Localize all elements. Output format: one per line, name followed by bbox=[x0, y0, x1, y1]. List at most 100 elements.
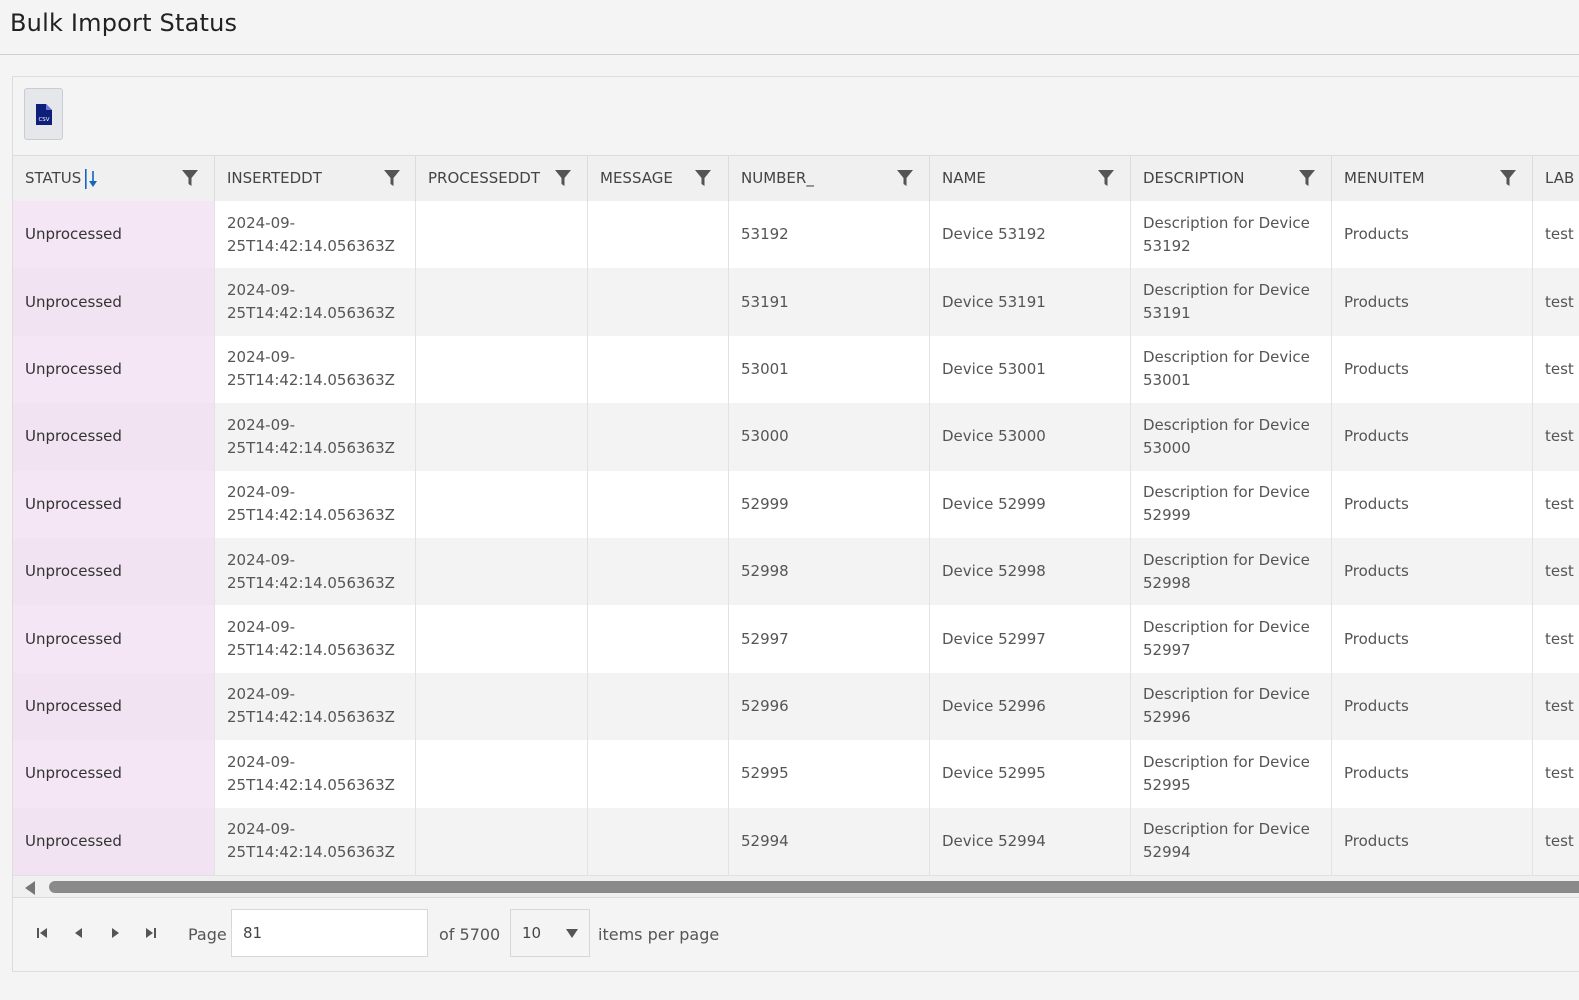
cell-status[interactable]: Unprocessed bbox=[13, 740, 215, 808]
cell-message[interactable] bbox=[588, 672, 729, 741]
cell-name[interactable]: Device 53000 bbox=[930, 403, 1131, 471]
column-header-label[interactable]: LAB bbox=[1533, 156, 1579, 201]
column-header-number[interactable]: NUMBER_ bbox=[729, 156, 930, 201]
cell-processeddt[interactable] bbox=[416, 538, 588, 606]
cell-name[interactable]: Device 52997 bbox=[930, 605, 1131, 673]
cell-inserteddt[interactable]: 2024-09- 25T14:42:14.056363Z bbox=[215, 201, 416, 269]
last-page-icon[interactable] bbox=[144, 926, 158, 940]
column-header-status[interactable]: STATUS bbox=[13, 156, 215, 201]
cell-description[interactable]: Description for Device 52998 bbox=[1131, 538, 1332, 606]
cell-name[interactable]: Device 52996 bbox=[930, 672, 1131, 741]
table-row[interactable]: Unprocessed 2024-09- 25T14:42:14.056363Z 5… bbox=[13, 605, 1579, 673]
cell-status[interactable]: Unprocessed bbox=[13, 335, 215, 404]
scroll-left-icon[interactable] bbox=[25, 881, 35, 895]
cell-processeddt[interactable] bbox=[416, 335, 588, 404]
scrollbar-thumb[interactable] bbox=[49, 881, 1579, 893]
cell-number[interactable]: 52994 bbox=[729, 807, 930, 875]
cell-label[interactable]: test bbox=[1533, 673, 1579, 740]
column-header-menuitem[interactable]: MENUITEM bbox=[1332, 156, 1533, 201]
cell-number[interactable]: 52998 bbox=[729, 538, 930, 606]
cell-status[interactable]: Unprocessed bbox=[13, 807, 215, 875]
cell-menuitem[interactable]: Products bbox=[1332, 201, 1533, 269]
cell-menuitem[interactable]: Products bbox=[1332, 335, 1533, 404]
filter-icon[interactable] bbox=[1097, 169, 1115, 188]
table-row[interactable]: Unprocessed 2024-09- 25T14:42:14.056363Z 5… bbox=[13, 335, 1579, 404]
cell-message[interactable] bbox=[588, 807, 729, 875]
cell-description[interactable]: Description for Device 53192 bbox=[1131, 201, 1332, 269]
cell-inserteddt[interactable]: 2024-09- 25T14:42:14.056363Z bbox=[215, 268, 416, 336]
filter-icon[interactable] bbox=[1499, 169, 1517, 188]
first-page-icon[interactable] bbox=[35, 926, 49, 940]
page-size-select[interactable]: 10 bbox=[510, 909, 590, 957]
cell-description[interactable]: Description for Device 53191 bbox=[1131, 268, 1332, 336]
cell-status[interactable]: Unprocessed bbox=[13, 672, 215, 741]
cell-menuitem[interactable]: Products bbox=[1332, 605, 1533, 673]
cell-number[interactable]: 52996 bbox=[729, 672, 930, 741]
column-header-inserteddt[interactable]: INSERTEDDT bbox=[215, 156, 416, 201]
cell-inserteddt[interactable]: 2024-09- 25T14:42:14.056363Z bbox=[215, 403, 416, 471]
cell-message[interactable] bbox=[588, 335, 729, 404]
cell-message[interactable] bbox=[588, 201, 729, 269]
cell-label[interactable]: test bbox=[1533, 471, 1579, 538]
cell-number[interactable]: 53192 bbox=[729, 201, 930, 269]
cell-name[interactable]: Device 53191 bbox=[930, 268, 1131, 336]
table-row[interactable]: Unprocessed 2024-09- 25T14:42:14.056363Z 5… bbox=[13, 470, 1579, 538]
cell-inserteddt[interactable]: 2024-09- 25T14:42:14.056363Z bbox=[215, 807, 416, 875]
cell-label[interactable]: test bbox=[1533, 538, 1579, 605]
export-csv-button[interactable]: CSV bbox=[24, 88, 63, 140]
filter-icon[interactable] bbox=[1298, 169, 1316, 188]
cell-label[interactable]: test bbox=[1533, 403, 1579, 470]
cell-label[interactable]: test bbox=[1533, 740, 1579, 807]
cell-processeddt[interactable] bbox=[416, 672, 588, 741]
cell-inserteddt[interactable]: 2024-09- 25T14:42:14.056363Z bbox=[215, 605, 416, 673]
table-row[interactable]: Unprocessed 2024-09- 25T14:42:14.056363Z 5… bbox=[13, 807, 1579, 875]
cell-message[interactable] bbox=[588, 268, 729, 336]
cell-status[interactable]: Unprocessed bbox=[13, 605, 215, 673]
cell-label[interactable]: test bbox=[1533, 336, 1579, 403]
cell-menuitem[interactable]: Products bbox=[1332, 268, 1533, 336]
cell-number[interactable]: 52997 bbox=[729, 605, 930, 673]
cell-status[interactable]: Unprocessed bbox=[13, 403, 215, 471]
cell-menuitem[interactable]: Products bbox=[1332, 538, 1533, 606]
cell-inserteddt[interactable]: 2024-09- 25T14:42:14.056363Z bbox=[215, 672, 416, 741]
cell-name[interactable]: Device 52999 bbox=[930, 470, 1131, 538]
cell-name[interactable]: Device 53192 bbox=[930, 201, 1131, 269]
cell-processeddt[interactable] bbox=[416, 807, 588, 875]
cell-label[interactable]: test bbox=[1533, 808, 1579, 875]
filter-icon[interactable] bbox=[383, 169, 401, 188]
column-header-processeddt[interactable]: PROCESSEDDT bbox=[416, 156, 588, 201]
cell-processeddt[interactable] bbox=[416, 740, 588, 808]
cell-name[interactable]: Device 53001 bbox=[930, 335, 1131, 404]
cell-number[interactable]: 52999 bbox=[729, 470, 930, 538]
cell-status[interactable]: Unprocessed bbox=[13, 470, 215, 538]
cell-name[interactable]: Device 52998 bbox=[930, 538, 1131, 606]
sort-descending-icon[interactable] bbox=[83, 168, 99, 190]
cell-description[interactable]: Description for Device 52995 bbox=[1131, 740, 1332, 808]
cell-menuitem[interactable]: Products bbox=[1332, 403, 1533, 471]
cell-status[interactable]: Unprocessed bbox=[13, 268, 215, 336]
cell-message[interactable] bbox=[588, 403, 729, 471]
filter-icon[interactable] bbox=[554, 169, 572, 188]
next-page-icon[interactable] bbox=[108, 926, 122, 940]
column-header-name[interactable]: NAME bbox=[930, 156, 1131, 201]
cell-menuitem[interactable]: Products bbox=[1332, 807, 1533, 875]
cell-number[interactable]: 53000 bbox=[729, 403, 930, 471]
cell-description[interactable]: Description for Device 53001 bbox=[1131, 335, 1332, 404]
cell-processeddt[interactable] bbox=[416, 268, 588, 336]
filter-icon[interactable] bbox=[694, 169, 712, 188]
cell-menuitem[interactable]: Products bbox=[1332, 740, 1533, 808]
filter-icon[interactable] bbox=[181, 169, 199, 188]
cell-processeddt[interactable] bbox=[416, 403, 588, 471]
cell-menuitem[interactable]: Products bbox=[1332, 672, 1533, 741]
cell-number[interactable]: 53001 bbox=[729, 335, 930, 404]
cell-inserteddt[interactable]: 2024-09- 25T14:42:14.056363Z bbox=[215, 335, 416, 404]
column-header-message[interactable]: MESSAGE bbox=[588, 156, 729, 201]
table-row[interactable]: Unprocessed 2024-09- 25T14:42:14.056363Z 5… bbox=[13, 403, 1579, 471]
cell-number[interactable]: 53191 bbox=[729, 268, 930, 336]
cell-name[interactable]: Device 52995 bbox=[930, 740, 1131, 808]
cell-label[interactable]: test bbox=[1533, 268, 1579, 335]
cell-number[interactable]: 52995 bbox=[729, 740, 930, 808]
cell-status[interactable]: Unprocessed bbox=[13, 538, 215, 606]
cell-description[interactable]: Description for Device 52994 bbox=[1131, 807, 1332, 875]
cell-processeddt[interactable] bbox=[416, 201, 588, 269]
